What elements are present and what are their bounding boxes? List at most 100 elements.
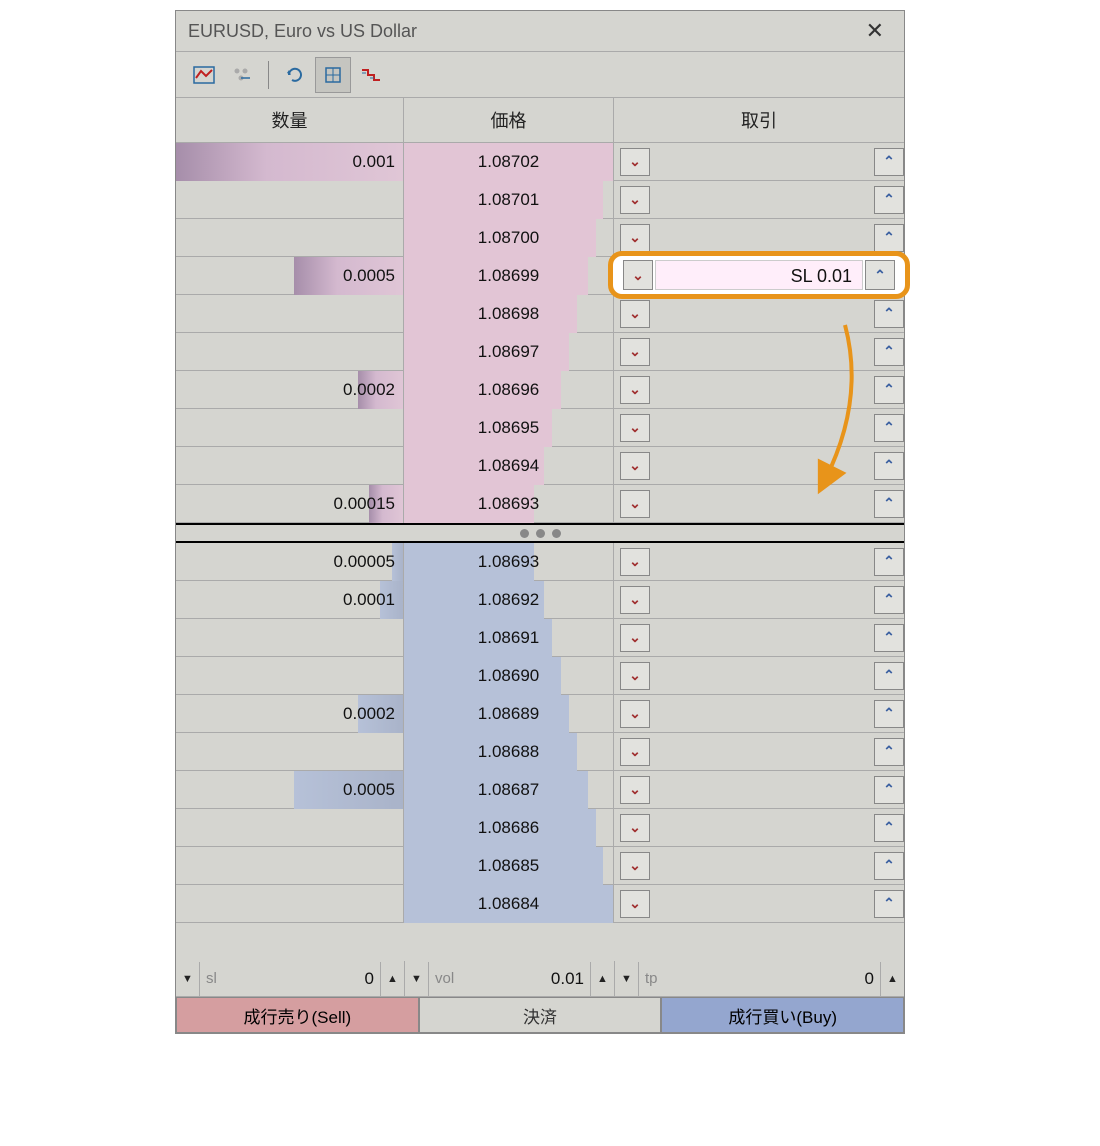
price-value: 1.08690 — [478, 666, 539, 686]
close-button[interactable]: 決済 — [419, 997, 662, 1033]
steps-icon[interactable] — [353, 57, 389, 93]
chevron-up-icon[interactable]: ⌃ — [874, 738, 904, 766]
chevron-down-icon[interactable]: ⌄ — [620, 624, 650, 652]
vol-label: vol — [435, 970, 454, 987]
price-value: 1.08696 — [478, 380, 539, 400]
chevron-up-icon[interactable]: ⌃ — [874, 814, 904, 842]
chevron-down-icon[interactable]: ⌄ — [620, 738, 650, 766]
chevron-up-icon[interactable]: ⌃ — [874, 548, 904, 576]
qty-value: 0.0002 — [343, 380, 395, 400]
price-value: 1.08695 — [478, 418, 539, 438]
chevron-down-icon[interactable]: ⌄ — [620, 700, 650, 728]
chevron-down-icon[interactable]: ⌄ — [620, 338, 650, 366]
chevron-up-icon[interactable]: ⌃ — [874, 890, 904, 918]
close-icon[interactable]: ✕ — [858, 18, 892, 44]
sl-label: sl — [206, 970, 217, 987]
chevron-down-icon[interactable]: ⌄ — [620, 776, 650, 804]
qty-cell — [176, 295, 404, 332]
trade-cell: ⌄⌃ — [614, 181, 904, 218]
chevron-down-icon[interactable]: ⌄ — [620, 452, 650, 480]
chevron-down-icon[interactable]: ⌄ — [620, 814, 650, 842]
chevron-up-icon[interactable]: ⌃ — [874, 452, 904, 480]
chevron-up-icon[interactable]: ⌃ — [865, 260, 895, 290]
table-row: 0.00011.08692⌄⌃ — [176, 581, 904, 619]
depth-of-market-window: EURUSD, Euro vs US Dollar ✕ 数量 価格 取引 0.0… — [175, 10, 905, 1034]
price-cell: 1.08692 — [404, 581, 614, 618]
chevron-up-icon[interactable]: ⌃ — [874, 490, 904, 518]
qty-cell — [176, 409, 404, 446]
table-row: 0.0002 1.08696 ⌄ ⌃ — [176, 371, 904, 409]
trade-cell: ⌄⌃ — [614, 409, 904, 446]
chevron-up-icon[interactable]: ⌃ — [874, 414, 904, 442]
chevron-down-icon[interactable]: ⌄ — [623, 260, 653, 290]
chevron-up-icon[interactable]: ⌃ — [874, 624, 904, 652]
price-cell: 1.08701 — [404, 181, 614, 218]
chevron-down-icon[interactable]: ⌄ — [620, 148, 650, 176]
trade-cell: ⌄⌃ — [614, 695, 904, 732]
chevron-down-icon[interactable]: ⌄ — [620, 376, 650, 404]
spread-separator[interactable] — [176, 523, 904, 543]
stepper-up-icon[interactable]: ▲ — [590, 962, 614, 996]
price-cell: 1.08689 — [404, 695, 614, 732]
chevron-up-icon[interactable]: ⌃ — [874, 776, 904, 804]
stepper-up-icon[interactable]: ▲ — [880, 962, 904, 996]
chevron-up-icon[interactable]: ⌃ — [874, 224, 904, 252]
chevron-up-icon[interactable]: ⌃ — [874, 700, 904, 728]
stepper-down-icon[interactable]: ▼ — [176, 962, 200, 996]
qty-cell — [176, 333, 404, 370]
price-value: 1.08686 — [478, 818, 539, 838]
spacer — [176, 923, 904, 961]
chevron-down-icon[interactable]: ⌄ — [620, 490, 650, 518]
table-row: 1.08694⌄⌃ — [176, 447, 904, 485]
table-row: 1.08684⌄⌃ — [176, 885, 904, 923]
chevron-down-icon[interactable]: ⌄ — [620, 224, 650, 252]
price-cell: 1.08700 — [404, 219, 614, 256]
price-cell: 1.08693 — [404, 485, 614, 522]
chevron-down-icon[interactable]: ⌄ — [620, 662, 650, 690]
trade-cell: ⌄⌃ — [614, 885, 904, 922]
chevron-up-icon[interactable]: ⌃ — [874, 852, 904, 880]
tp-field[interactable]: ▼ tp 0 ▲ — [615, 961, 904, 996]
tp-value: 0 — [865, 969, 874, 989]
chevron-up-icon[interactable]: ⌃ — [874, 148, 904, 176]
sl-field[interactable]: ▼ sl 0 ▲ — [176, 961, 405, 996]
table-row: 0.00051.08687⌄⌃ — [176, 771, 904, 809]
chevron-up-icon[interactable]: ⌃ — [874, 338, 904, 366]
price-value: 1.08693 — [478, 552, 539, 572]
autoscroll-icon[interactable] — [224, 57, 260, 93]
table-row: 1.08686 ⌄ ⌃ — [176, 809, 904, 847]
chevron-up-icon[interactable]: ⌃ — [874, 300, 904, 328]
chevron-up-icon[interactable]: ⌃ — [874, 662, 904, 690]
stepper-up-icon[interactable]: ▲ — [380, 962, 404, 996]
chart-icon[interactable] — [186, 57, 222, 93]
sl-order-value: SL 0.01 — [655, 260, 863, 290]
grid-icon[interactable] — [315, 57, 351, 93]
table-row: 1.08698⌄⌃ — [176, 295, 904, 333]
chevron-down-icon[interactable]: ⌄ — [620, 586, 650, 614]
chevron-down-icon[interactable]: ⌄ — [620, 890, 650, 918]
qty-cell: 0.00015 — [176, 485, 404, 522]
action-buttons: 成行売り(Sell) 決済 成行買い(Buy) — [176, 997, 904, 1033]
price-value: 1.08693 — [478, 494, 539, 514]
chevron-down-icon[interactable]: ⌄ — [620, 852, 650, 880]
chevron-down-icon[interactable]: ⌄ — [620, 414, 650, 442]
table-row: 1.08691⌄ ⌃ — [176, 619, 904, 657]
chevron-up-icon[interactable]: ⌃ — [874, 586, 904, 614]
chevron-down-icon[interactable]: ⌄ — [620, 548, 650, 576]
highlight-sl-row[interactable]: ⌄SL 0.01⌃ — [608, 251, 910, 299]
table-row: 1.08685⌄⌃ — [176, 847, 904, 885]
chevron-up-icon[interactable]: ⌃ — [874, 376, 904, 404]
buy-grid: 0.000051.08693⌄⌃0.00011.08692⌄⌃1.08691⌄⌃… — [176, 543, 904, 923]
price-cell: 1.08691 — [404, 619, 614, 656]
chevron-up-icon[interactable]: ⌃ — [874, 186, 904, 214]
sell-button[interactable]: 成行売り(Sell) — [176, 997, 419, 1033]
refresh-icon[interactable] — [277, 57, 313, 93]
qty-cell: 0.0002 — [176, 371, 404, 408]
vol-field[interactable]: ▼ vol 0.01 ▲ — [405, 961, 615, 996]
price-cell: 1.08686 — [404, 809, 614, 846]
stepper-down-icon[interactable]: ▼ — [405, 962, 429, 996]
stepper-down-icon[interactable]: ▼ — [615, 962, 639, 996]
chevron-down-icon[interactable]: ⌄ — [620, 186, 650, 214]
chevron-down-icon[interactable]: ⌄ — [620, 300, 650, 328]
buy-button[interactable]: 成行買い(Buy) — [661, 997, 904, 1033]
